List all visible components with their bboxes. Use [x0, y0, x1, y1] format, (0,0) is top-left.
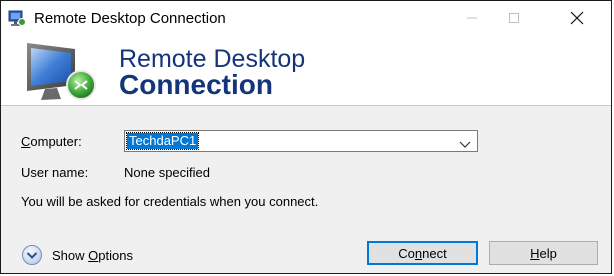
title-bar[interactable]: Remote Desktop Connection — [1, 1, 611, 36]
show-options-prefix: Show — [52, 247, 89, 263]
connect-prefix: Co — [398, 245, 415, 261]
show-options-mnemonic: O — [88, 247, 99, 263]
computer-label-rest: omputer: — [30, 134, 82, 149]
computer-label-mnemonic: C — [21, 134, 31, 149]
close-button[interactable] — [554, 1, 600, 35]
rdc-app-icon — [8, 9, 26, 27]
maximize-button[interactable] — [491, 1, 537, 35]
chevron-down-circle-icon[interactable] — [21, 244, 43, 266]
close-icon — [570, 11, 584, 25]
connect-rest: nect — [422, 245, 447, 261]
connect-mnemonic: n — [414, 245, 423, 261]
header-banner: Remote Desktop Connection — [1, 35, 611, 106]
banner-title: Remote Desktop Connection — [119, 46, 305, 100]
rdc-monitor-logo — [21, 39, 105, 103]
chevron-down-icon[interactable] — [459, 137, 471, 148]
show-options-rest: ptions — [98, 247, 133, 263]
help-rest: elp — [539, 245, 557, 261]
minimize-button[interactable] — [449, 1, 495, 35]
user-name-label: User name: — [21, 165, 89, 180]
computer-label: Computer: — [21, 134, 82, 149]
connect-button[interactable]: Co n nect — [367, 241, 478, 265]
computer-input-value[interactable]: TechdaPC1 — [125, 132, 200, 150]
user-name-value: None specified — [124, 165, 210, 180]
help-button[interactable]: Help — [489, 241, 598, 265]
help-mnemonic: H — [530, 245, 540, 261]
minimize-icon — [467, 17, 477, 19]
show-options-label: Show Options — [52, 248, 133, 263]
banner-title-line2: Connection — [119, 69, 273, 100]
credentials-note: You will be asked for credentials when y… — [21, 194, 319, 209]
show-options-toggle[interactable]: Show Options — [21, 244, 133, 266]
remote-desktop-window: Remote Desktop Connection Remote Desktop… — [0, 0, 612, 274]
maximize-icon — [509, 13, 519, 23]
computer-combobox[interactable]: TechdaPC1 — [124, 130, 478, 152]
window-title: Remote Desktop Connection — [34, 10, 226, 27]
